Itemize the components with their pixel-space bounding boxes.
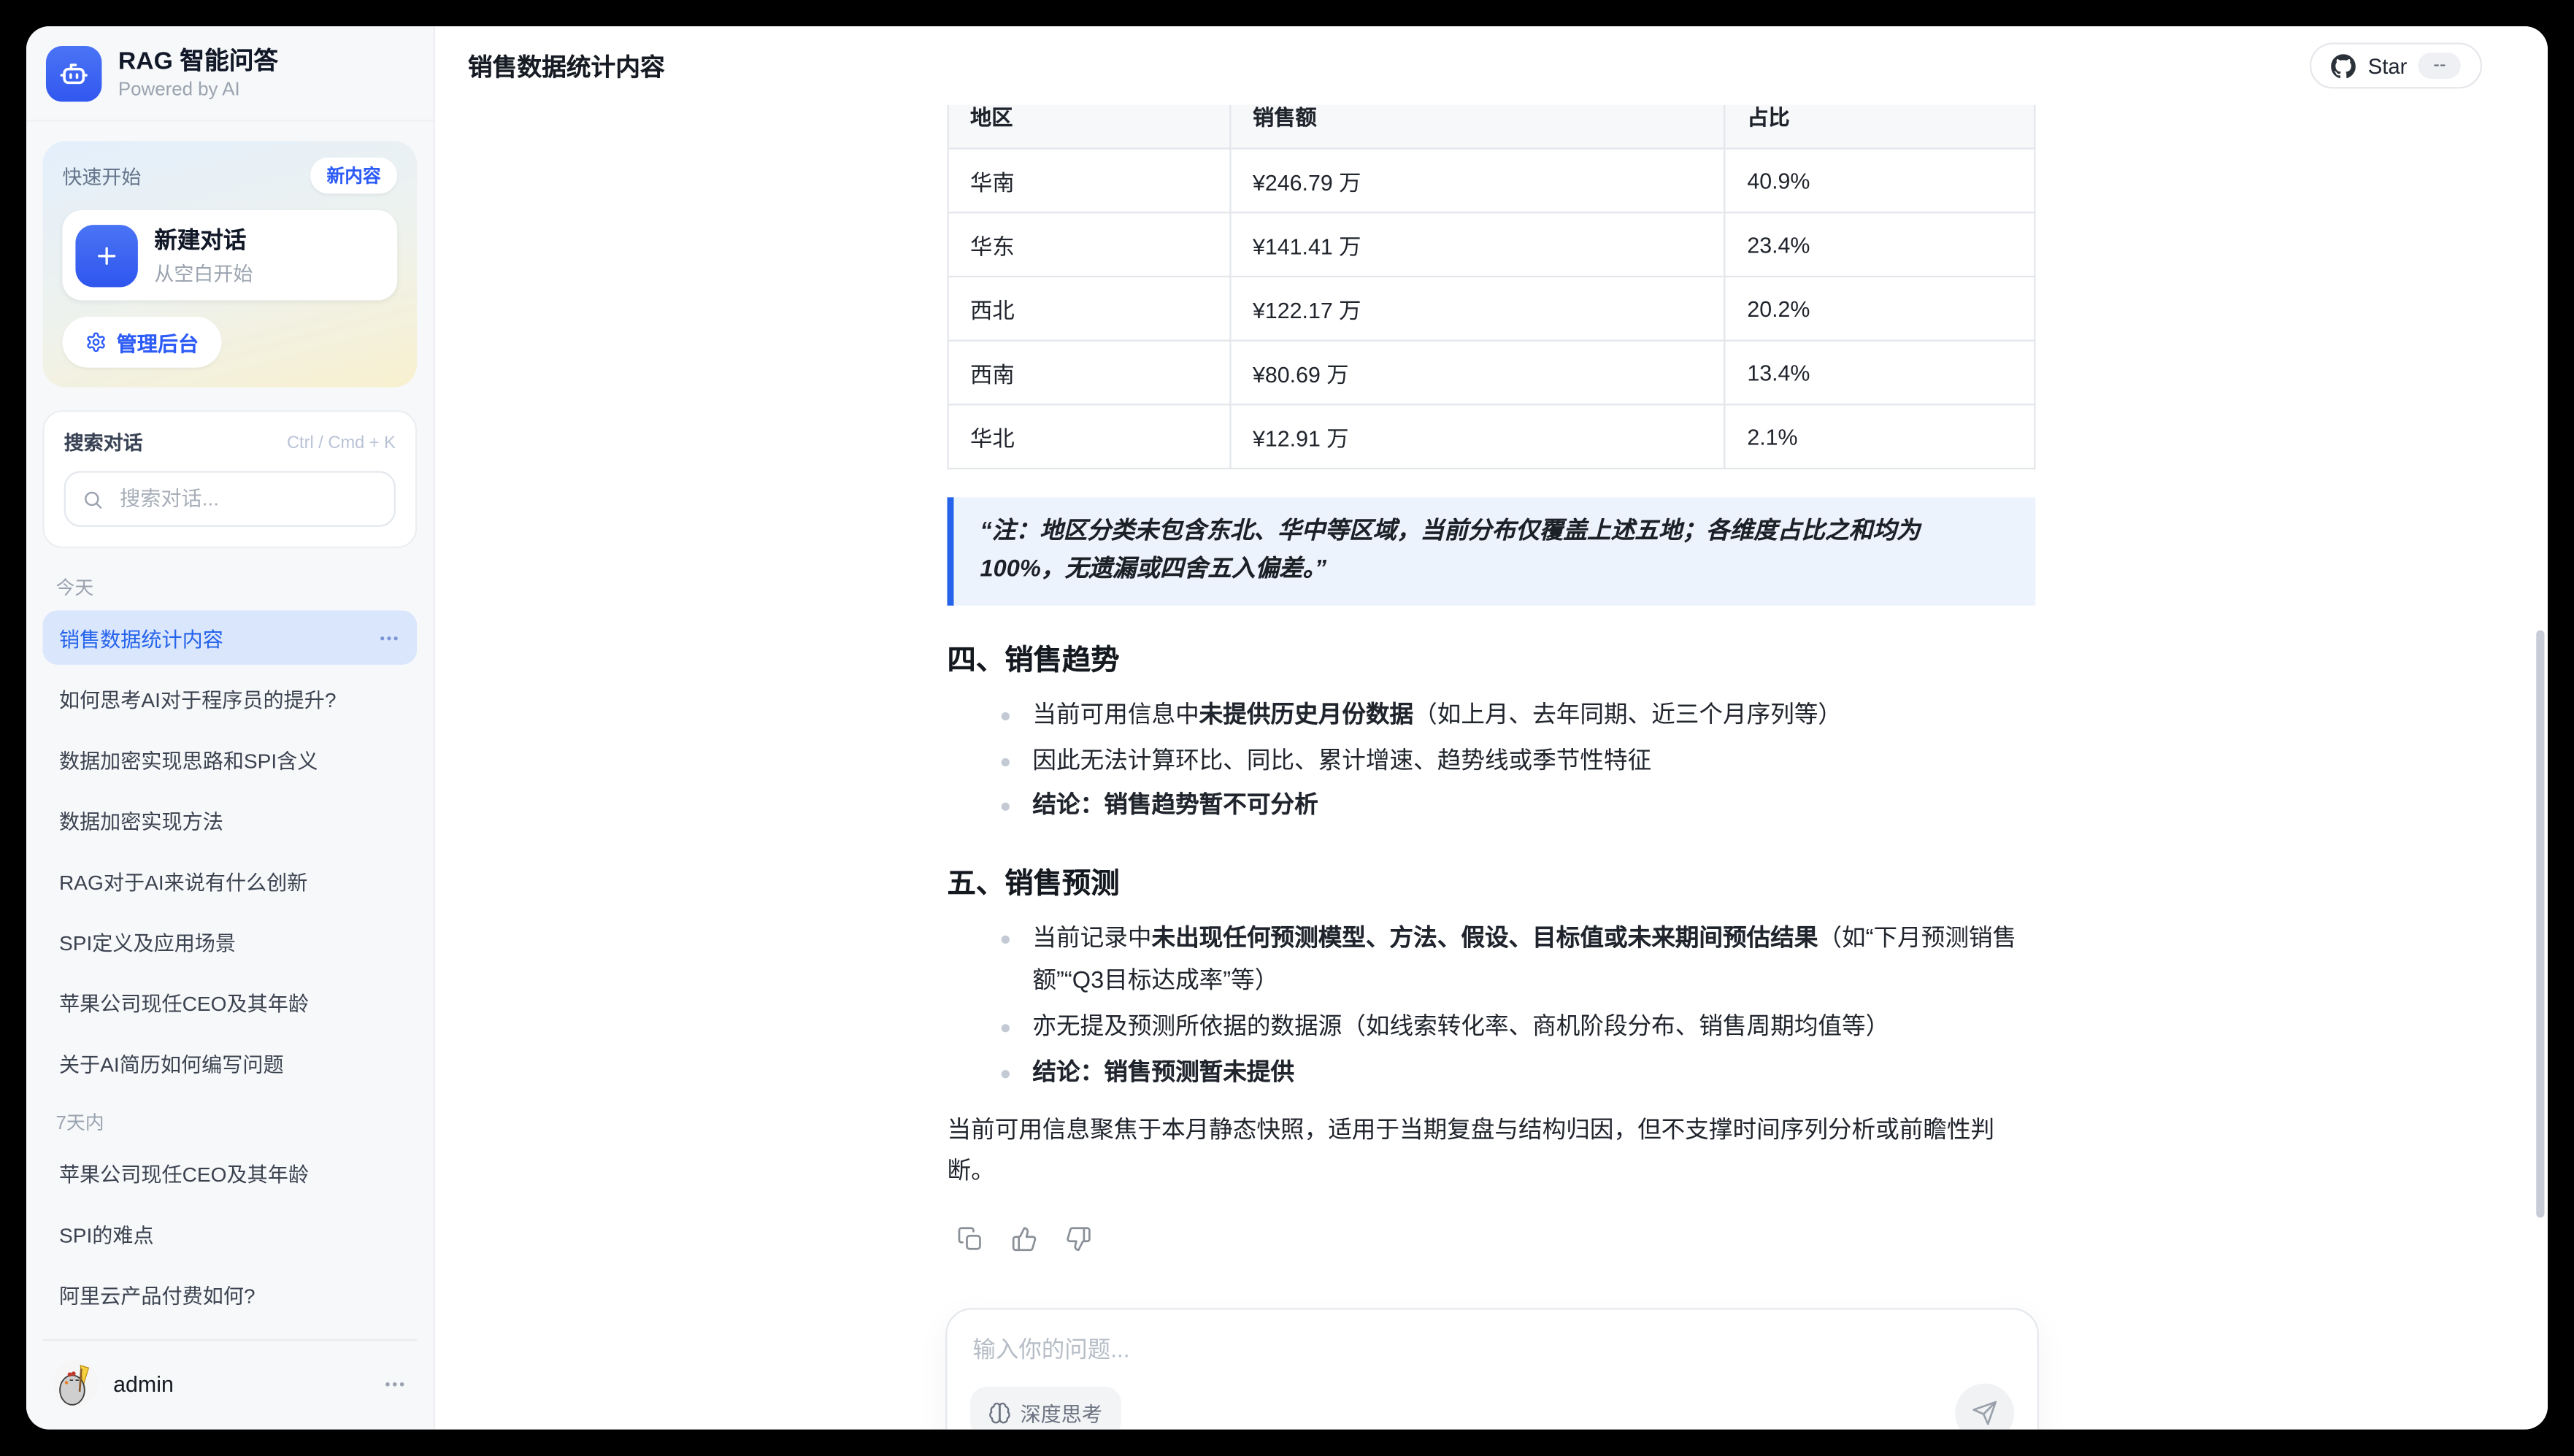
send-button[interactable] xyxy=(1954,1383,2013,1430)
closing-paragraph: 当前可用信息聚焦于本月静态快照，适用于当期复盘与结构归因，但不支撑时间序列分析或… xyxy=(947,1112,2035,1193)
github-icon xyxy=(2332,53,2356,78)
gear-icon xyxy=(85,331,107,353)
copy-button[interactable] xyxy=(957,1225,983,1252)
new-content-badge: 新内容 xyxy=(310,158,397,193)
quick-start-label: 快速开始 xyxy=(62,161,141,189)
assistant-message: 地区 销售额 占比 华南¥246.79 万40.9% 华东¥141.41 万23… xyxy=(947,105,2035,1252)
group-label-today: 今天 xyxy=(42,561,417,610)
question-input[interactable] xyxy=(969,1332,2013,1383)
app-window: RAG 智能问答 Powered by AI 快速开始 新内容 新建对话 从空白… xyxy=(26,26,2548,1430)
thumbs-down-button[interactable] xyxy=(1065,1225,1091,1252)
bullet-item: 当前记录中未出现任何预测模型、方法、假设、目标值或未来期间预估结果（如“下月预测… xyxy=(947,920,2035,1004)
plus-icon xyxy=(75,224,137,286)
github-star-button[interactable]: Star -- xyxy=(2310,42,2482,88)
conversation-list: 今天 销售数据统计内容 如何思考AI对于程序员的提升? 数据加密实现思路和SPI… xyxy=(26,548,434,1339)
new-chat-subtitle: 从空白开始 xyxy=(154,259,253,287)
app-subtitle: Powered by AI xyxy=(118,80,278,100)
table-header-row: 地区 销售额 占比 xyxy=(948,105,2035,149)
forecast-bullet-list: 当前记录中未出现任何预测模型、方法、假设、目标值或未来期间预估结果（如“下月预测… xyxy=(947,920,2035,1095)
trend-bullet-list: 当前可用信息中未提供历史月份数据（如上月、去年同期、近三个月序列等） 因此无法计… xyxy=(947,696,2035,829)
robot-logo-icon xyxy=(46,46,101,101)
section-heading-forecast: 五、销售预测 xyxy=(947,862,2035,903)
col-header-sales: 销售额 xyxy=(1231,105,1725,149)
app-title: RAG 智能问答 xyxy=(118,47,278,77)
conversation-item[interactable]: 数据加密实现思路和SPI含义 xyxy=(42,732,417,786)
bullet-item: 结论：销售趋势暂不可分析 xyxy=(947,787,2035,829)
sidebar-header: RAG 智能问答 Powered by AI xyxy=(26,26,434,121)
conversation-item[interactable]: RAG对于AI来说有什么创新 xyxy=(42,853,417,907)
sales-table: 地区 销售额 占比 华南¥246.79 万40.9% 华东¥141.41 万23… xyxy=(947,105,2035,469)
conversation-item[interactable]: 阿里云产品付费如何? xyxy=(42,1267,417,1321)
bullet-item: 结论：销售预测暂未提供 xyxy=(947,1053,2035,1095)
ellipsis-icon[interactable] xyxy=(377,626,400,649)
conversation-item[interactable]: 如何思考AI对于程序员的提升? xyxy=(42,671,417,725)
note-quote: “注：地区分类未包含东北、华中等区域，当前分布仅覆盖上述五地；各维度占比之和均为… xyxy=(947,497,2035,605)
admin-backend-label: 管理后台 xyxy=(117,326,199,358)
sidebar: RAG 智能问答 Powered by AI 快速开始 新内容 新建对话 从空白… xyxy=(26,26,435,1430)
thumbs-up-button[interactable] xyxy=(1011,1225,1037,1252)
conversation-item[interactable]: SPI的难点 xyxy=(42,1206,417,1260)
conversation-item[interactable]: 苹果公司现任CEO及其年龄 xyxy=(42,1146,417,1200)
search-input[interactable] xyxy=(117,486,378,512)
section-heading-trend: 四、销售趋势 xyxy=(947,638,2035,679)
message-scroll-area[interactable]: 地区 销售额 占比 华南¥246.79 万40.9% 华东¥141.41 万23… xyxy=(435,105,2548,1430)
conversation-item[interactable]: SPI定义及应用场景 xyxy=(42,914,417,968)
group-label-7days: 7天内 xyxy=(42,1096,417,1145)
username: admin xyxy=(113,1371,174,1396)
conversation-item[interactable]: 苹果公司现任CEO及其年龄 xyxy=(42,975,417,1029)
composer: 深度思考 xyxy=(945,1307,2038,1429)
scrollbar-thumb[interactable] xyxy=(2536,631,2544,1218)
search-label: 搜索对话 xyxy=(64,428,143,456)
col-header-region: 地区 xyxy=(948,105,1231,149)
search-icon xyxy=(82,488,103,509)
star-label: Star xyxy=(2368,53,2408,78)
bullet-item: 当前可用信息中未提供历史月份数据（如上月、去年同期、近三个月序列等） xyxy=(947,696,2035,738)
quick-start-card: 快速开始 新内容 新建对话 从空白开始 管理后台 xyxy=(42,141,417,387)
table-row: 华北¥12.91 万2.1% xyxy=(948,404,2035,469)
bullet-item: 因此无法计算环比、同比、累计增速、趋势线或季节性特征 xyxy=(947,742,2035,784)
conversation-item[interactable]: 数据加密实现方法 xyxy=(42,793,417,847)
search-shortcut: Ctrl / Cmd + K xyxy=(287,433,396,452)
conversation-item-active[interactable]: 销售数据统计内容 xyxy=(42,611,417,665)
sidebar-footer: admin xyxy=(42,1339,417,1430)
table-row: 华南¥246.79 万40.9% xyxy=(948,149,2035,213)
main-header: 销售数据统计内容 Star -- xyxy=(435,26,2548,105)
page-title: 销售数据统计内容 xyxy=(468,48,665,82)
new-chat-title: 新建对话 xyxy=(154,223,253,256)
search-input-wrap xyxy=(64,471,396,526)
stage: RAG 智能问答 Powered by AI 快速开始 新内容 新建对话 从空白… xyxy=(0,0,2574,1456)
conversation-item[interactable]: 关于AI简历如何编写问题 xyxy=(42,1036,417,1090)
star-count-badge: -- xyxy=(2419,53,2461,79)
table-row: 华东¥141.41 万23.4% xyxy=(948,212,2035,277)
bullet-item: 亦无提及预测所依据的数据源（如线索转化率、商机阶段分布、销售周期均值等） xyxy=(947,1007,2035,1049)
deep-think-label: 深度思考 xyxy=(1021,1397,1102,1428)
table-row: 西南¥80.69 万13.4% xyxy=(948,341,2035,405)
message-actions xyxy=(947,1225,2035,1252)
user-avatar xyxy=(53,1360,99,1406)
main-area: 销售数据统计内容 Star -- 地区 销售额 占比 xyxy=(435,26,2548,1430)
col-header-share: 占比 xyxy=(1725,105,2035,149)
deep-think-toggle[interactable]: 深度思考 xyxy=(969,1387,1121,1430)
table-row: 西北¥122.17 万20.2% xyxy=(948,277,2035,341)
search-panel: 搜索对话 Ctrl / Cmd + K xyxy=(42,410,417,548)
brain-icon xyxy=(988,1401,1010,1424)
user-menu-ellipsis-icon[interactable] xyxy=(383,1371,407,1396)
admin-backend-button[interactable]: 管理后台 xyxy=(62,317,221,368)
new-chat-button[interactable]: 新建对话 从空白开始 xyxy=(62,210,397,301)
